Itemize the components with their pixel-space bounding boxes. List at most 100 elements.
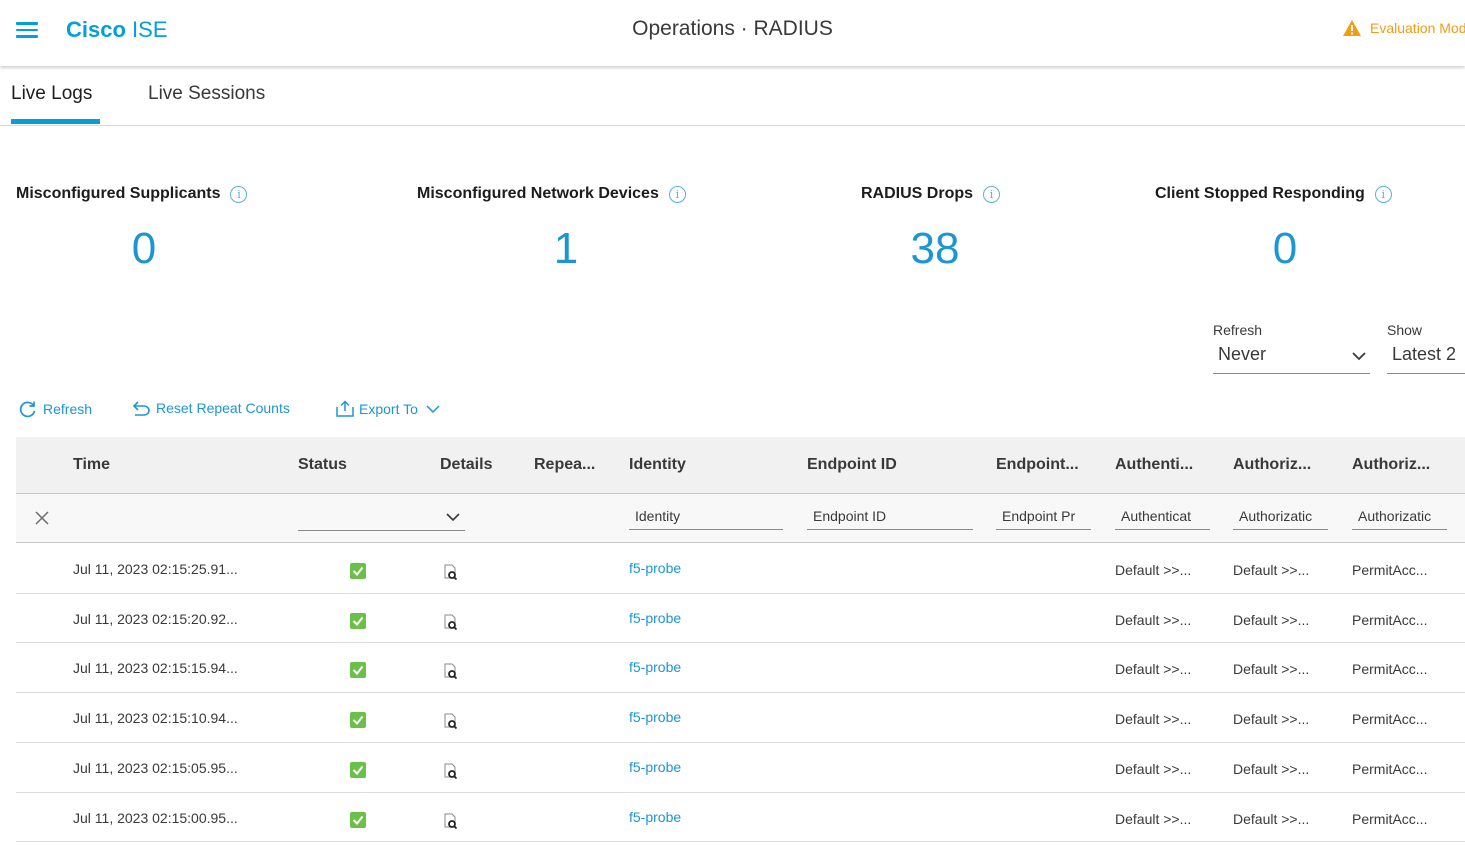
cell-authentication-policy: Default >>... (1115, 760, 1192, 777)
column-header-authentication-policy[interactable]: Authenti... (1115, 456, 1193, 474)
status-filter-select[interactable] (298, 502, 465, 531)
cell-authorization-profile: PermitAcc... (1352, 661, 1428, 678)
warning-icon (1343, 20, 1361, 36)
metric-value-misconfigured-supplicants[interactable]: 0 (64, 224, 224, 274)
show-select-label: Show (1387, 322, 1423, 338)
refresh-icon (19, 401, 36, 418)
evaluation-text: Evaluation Mod (1370, 20, 1465, 36)
metric-label-client-stopped-responding: Client Stopped Responding i (1155, 185, 1392, 203)
cell-authorization-profile: PermitAcc... (1352, 711, 1428, 728)
check-icon (350, 662, 366, 679)
cell-authorization-profile: PermitAcc... (1352, 611, 1428, 628)
authentication-filter-input[interactable] (1115, 502, 1210, 530)
refresh-select[interactable]: Never (1213, 343, 1370, 374)
close-icon[interactable] (35, 511, 49, 525)
metric-label-radius-drops: RADIUS Drops i (861, 185, 1001, 203)
tab-live-sessions[interactable]: Live Sessions (148, 83, 265, 105)
refresh-button-label: Refresh (43, 401, 93, 417)
metric-label-text: Client Stopped Responding (1155, 185, 1365, 202)
cell-identity-link[interactable]: f5-probe (629, 659, 681, 675)
identity-filter-input[interactable] (629, 502, 783, 530)
column-header-endpoint-profile[interactable]: Endpoint... (996, 456, 1079, 474)
page-title: Operations · RADIUS (632, 17, 833, 40)
endpoint-id-filter-input[interactable] (807, 502, 973, 530)
check-icon (350, 712, 366, 729)
cell-authorization-policy: Default >>... (1233, 760, 1310, 777)
undo-icon (132, 401, 150, 416)
info-icon[interactable]: i (983, 185, 1001, 203)
cell-time: Jul 11, 2023 02:15:15.94... (73, 660, 238, 677)
cell-authentication-policy: Default >>... (1115, 611, 1192, 628)
top-bar: Cisco ISE Operations · RADIUS Evaluation… (0, 0, 1465, 66)
info-icon[interactable]: i (668, 185, 686, 203)
authorization-profile-filter-input[interactable] (1352, 502, 1447, 530)
refresh-select-label: Refresh (1213, 322, 1263, 338)
export-icon (336, 400, 354, 417)
reset-button-label: Reset Repeat Counts (156, 400, 290, 416)
cell-authorization-policy: Default >>... (1233, 661, 1310, 678)
refresh-button[interactable]: Refresh (18, 400, 92, 418)
cell-authorization-profile: PermitAcc... (1352, 562, 1428, 578)
cell-time: Jul 11, 2023 02:15:20.92... (73, 610, 238, 627)
cell-time: Jul 11, 2023 02:15:25.91... (73, 561, 238, 577)
check-icon (350, 612, 366, 629)
endpoint-profile-filter-input[interactable] (996, 502, 1091, 530)
column-header-identity[interactable]: Identity (629, 456, 686, 474)
column-header-time[interactable]: Time (73, 456, 110, 474)
cell-time: Jul 11, 2023 02:15:00.95... (73, 809, 238, 826)
cell-identity-link[interactable]: f5-probe (629, 809, 681, 825)
cell-authorization-policy: Default >>... (1233, 810, 1310, 827)
active-tab-indicator (11, 119, 100, 124)
cell-authorization-profile: PermitAcc... (1352, 760, 1428, 777)
metric-value-client-stopped-responding[interactable]: 0 (1205, 224, 1365, 274)
cell-authorization-policy: Default >>... (1233, 562, 1310, 578)
details-icon[interactable] (444, 813, 458, 829)
cell-identity-link[interactable]: f5-probe (629, 759, 681, 775)
column-header-repeat-count[interactable]: Repea... (534, 456, 595, 474)
show-select[interactable]: Latest 2 (1387, 343, 1465, 374)
cell-identity-link[interactable]: f5-probe (629, 560, 681, 576)
column-header-details[interactable]: Details (440, 456, 492, 474)
metric-label-misconfigured-network-devices: Misconfigured Network Devices i (417, 185, 686, 203)
cell-authorization-policy: Default >>... (1233, 611, 1310, 628)
export-button-label: Export To (359, 400, 418, 417)
metric-value-misconfigured-network-devices[interactable]: 1 (486, 224, 646, 274)
cell-authentication-policy: Default >>... (1115, 810, 1192, 827)
cell-identity-link[interactable]: f5-probe (629, 709, 681, 725)
show-select-value: Latest 2 (1392, 344, 1457, 364)
reset-repeat-counts-button[interactable]: Reset Repeat Counts (131, 400, 290, 416)
details-icon[interactable] (444, 614, 458, 630)
cell-authentication-policy: Default >>... (1115, 711, 1192, 728)
details-icon[interactable] (444, 763, 458, 779)
refresh-select-value: Never (1218, 344, 1267, 364)
export-to-button[interactable]: Export To (336, 400, 441, 417)
cell-time: Jul 11, 2023 02:15:05.95... (73, 759, 238, 776)
metric-label-text: RADIUS Drops (861, 185, 974, 202)
tabs-divider (0, 125, 1465, 126)
cell-authentication-policy: Default >>... (1115, 562, 1192, 578)
info-icon[interactable]: i (1374, 185, 1392, 203)
chevron-down-icon (446, 513, 460, 522)
metric-value-radius-drops[interactable]: 38 (855, 224, 1015, 274)
cell-time: Jul 11, 2023 02:15:10.94... (73, 710, 238, 727)
details-icon[interactable] (444, 564, 458, 581)
column-header-authorization-profile[interactable]: Authoriz... (1352, 456, 1430, 474)
tab-live-logs[interactable]: Live Logs (11, 83, 92, 105)
column-header-endpoint-id[interactable]: Endpoint ID (807, 456, 897, 474)
details-icon[interactable] (444, 713, 458, 730)
chevron-down-icon (426, 404, 440, 413)
check-icon (350, 761, 366, 778)
check-icon (350, 811, 366, 828)
row-divider (16, 841, 1465, 843)
evaluation-notice[interactable]: Evaluation Mod (1342, 19, 1465, 37)
info-icon[interactable]: i (230, 185, 248, 203)
check-icon (350, 563, 366, 579)
chevron-down-icon (1352, 352, 1366, 361)
column-header-authorization-policy[interactable]: Authoriz... (1233, 456, 1311, 474)
column-header-status[interactable]: Status (298, 456, 347, 474)
cell-authorization-profile: PermitAcc... (1352, 810, 1428, 827)
authorization-policy-filter-input[interactable] (1233, 502, 1328, 530)
cell-identity-link[interactable]: f5-probe (629, 610, 681, 626)
details-icon[interactable] (444, 663, 458, 680)
cell-authentication-policy: Default >>... (1115, 661, 1192, 678)
